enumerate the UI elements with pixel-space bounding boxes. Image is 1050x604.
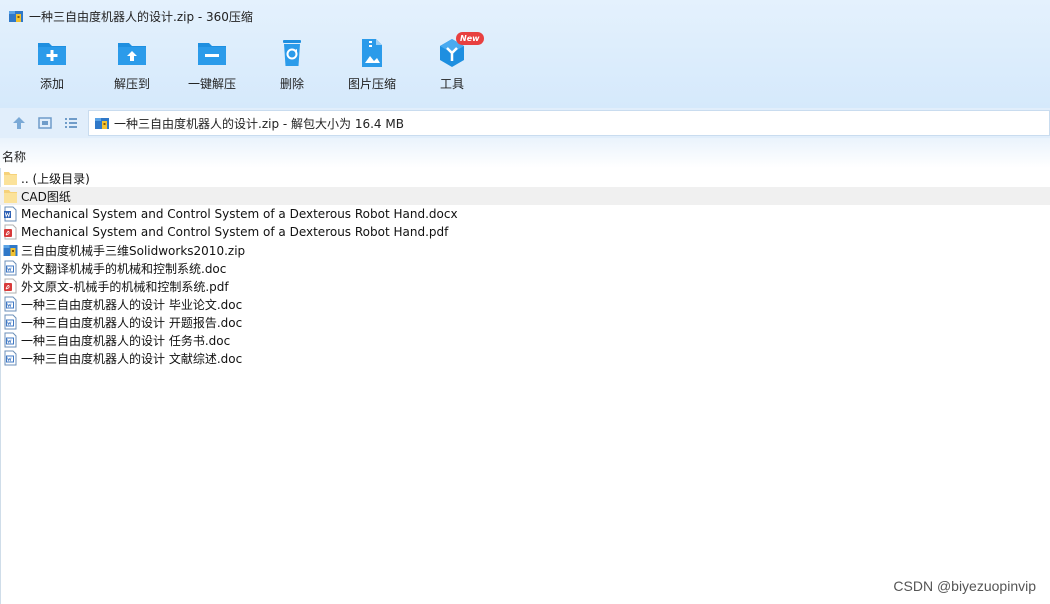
doc-icon — [4, 350, 17, 366]
file-name: 外文原文-机械手的机械和控制系统.pdf — [21, 279, 229, 294]
file-name: CAD图纸 — [21, 189, 71, 204]
thumbnail-view-button[interactable] — [32, 110, 58, 136]
tools-label: 工具 — [439, 77, 464, 91]
image-file-icon — [362, 39, 382, 67]
pdf-icon — [4, 224, 17, 240]
delete-button[interactable]: 删除 — [252, 36, 332, 98]
list-item[interactable]: CAD图纸 — [0, 187, 1050, 205]
title-bar: 一种三自由度机器人的设计.zip - 360压缩 — [0, 0, 1050, 32]
doc-icon — [4, 332, 17, 348]
doc-icon — [4, 314, 17, 330]
folder-icon — [4, 190, 17, 203]
extract-folder-icon — [118, 43, 146, 65]
word-doc-icon — [4, 206, 17, 222]
file-list: .. (上级目录) CAD图纸 Mechanical System and Co… — [0, 169, 1050, 367]
doc-icon — [4, 296, 17, 312]
address-path-field[interactable]: 一种三自由度机器人的设计.zip - 解包大小为 16.4 MB — [88, 110, 1050, 136]
file-name: Mechanical System and Control System of … — [21, 225, 449, 239]
list-item[interactable]: 三自由度机械手三维Solidworks2010.zip — [0, 241, 1050, 259]
up-directory-button[interactable] — [6, 110, 32, 136]
file-name: 一种三自由度机器人的设计 毕业论文.doc — [21, 297, 243, 312]
list-item[interactable]: .. (上级目录) — [0, 169, 1050, 187]
toolbar: 添加 解压到 一键解压 删除 图片压缩 New 工具 — [12, 32, 492, 98]
list-item[interactable]: 一种三自由度机器人的设计 文献综述.doc — [0, 349, 1050, 367]
delete-label: 删除 — [279, 77, 304, 91]
extract-to-label: 解压到 — [113, 77, 150, 91]
list-view-icon — [65, 118, 77, 128]
list-header-area — [0, 138, 1050, 168]
file-name: 外文翻译机械手的机械和控制系统.doc — [21, 261, 227, 276]
add-button[interactable]: 添加 — [12, 36, 92, 98]
extract-to-button[interactable]: 解压到 — [92, 36, 172, 98]
zip-icon — [3, 245, 18, 256]
address-path-text: 一种三自由度机器人的设计.zip - 解包大小为 16.4 MB — [114, 116, 404, 131]
address-bar: 一种三自由度机器人的设计.zip - 解包大小为 16.4 MB — [0, 108, 1050, 138]
one-click-extract-button[interactable]: 一键解压 — [172, 36, 252, 98]
pdf-icon — [4, 278, 17, 294]
window-title: 一种三自由度机器人的设计.zip - 360压缩 — [29, 9, 253, 24]
list-item[interactable]: 一种三自由度机器人的设计 任务书.doc — [0, 331, 1050, 349]
arrow-up-icon — [13, 117, 25, 129]
file-name: 一种三自由度机器人的设计 文献综述.doc — [21, 351, 243, 366]
archive-icon — [95, 118, 109, 129]
one-click-extract-icon — [198, 43, 226, 65]
new-badge: New — [456, 32, 484, 45]
folder-icon — [4, 172, 17, 185]
archive-icon — [9, 11, 23, 22]
list-item[interactable]: 外文原文-机械手的机械和控制系统.pdf — [0, 277, 1050, 295]
add-label: 添加 — [39, 77, 64, 91]
file-name: 一种三自由度机器人的设计 任务书.doc — [21, 333, 231, 348]
file-name: 三自由度机械手三维Solidworks2010.zip — [21, 243, 246, 258]
doc-icon — [4, 260, 17, 276]
watermark: CSDN @biyezuopinvip — [893, 578, 1036, 594]
list-item[interactable]: 一种三自由度机器人的设计 开题报告.doc — [0, 313, 1050, 331]
recycle-bin-icon — [283, 40, 301, 66]
image-compress-label: 图片压缩 — [347, 77, 396, 91]
name-column-header[interactable]: 名称 — [2, 148, 26, 165]
tools-button[interactable]: New 工具 — [412, 32, 492, 98]
list-item[interactable]: 一种三自由度机器人的设计 毕业论文.doc — [0, 295, 1050, 313]
list-item[interactable]: 外文翻译机械手的机械和控制系统.doc — [0, 259, 1050, 277]
list-item[interactable]: Mechanical System and Control System of … — [0, 223, 1050, 241]
file-name: .. (上级目录) — [21, 171, 90, 186]
list-item[interactable]: Mechanical System and Control System of … — [0, 205, 1050, 223]
list-view-button[interactable] — [58, 110, 84, 136]
file-name: 一种三自由度机器人的设计 开题报告.doc — [21, 315, 243, 330]
file-name: Mechanical System and Control System of … — [21, 207, 458, 221]
thumbnail-view-icon — [38, 117, 52, 129]
add-folder-icon — [38, 43, 66, 65]
one-click-extract-label: 一键解压 — [187, 77, 236, 91]
image-compress-button[interactable]: 图片压缩 — [332, 36, 412, 98]
